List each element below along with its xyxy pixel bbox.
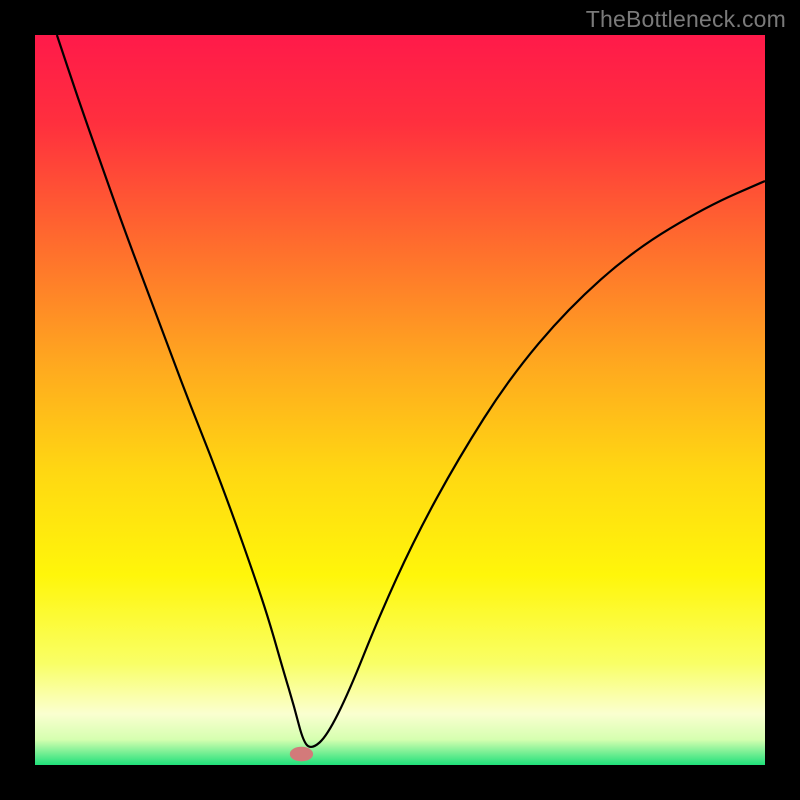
- minimum-marker: [290, 747, 313, 762]
- gradient-background: [35, 35, 765, 765]
- plot-area: [35, 35, 765, 765]
- chart-svg: [35, 35, 765, 765]
- chart-frame: TheBottleneck.com: [0, 0, 800, 800]
- watermark-text: TheBottleneck.com: [586, 6, 786, 33]
